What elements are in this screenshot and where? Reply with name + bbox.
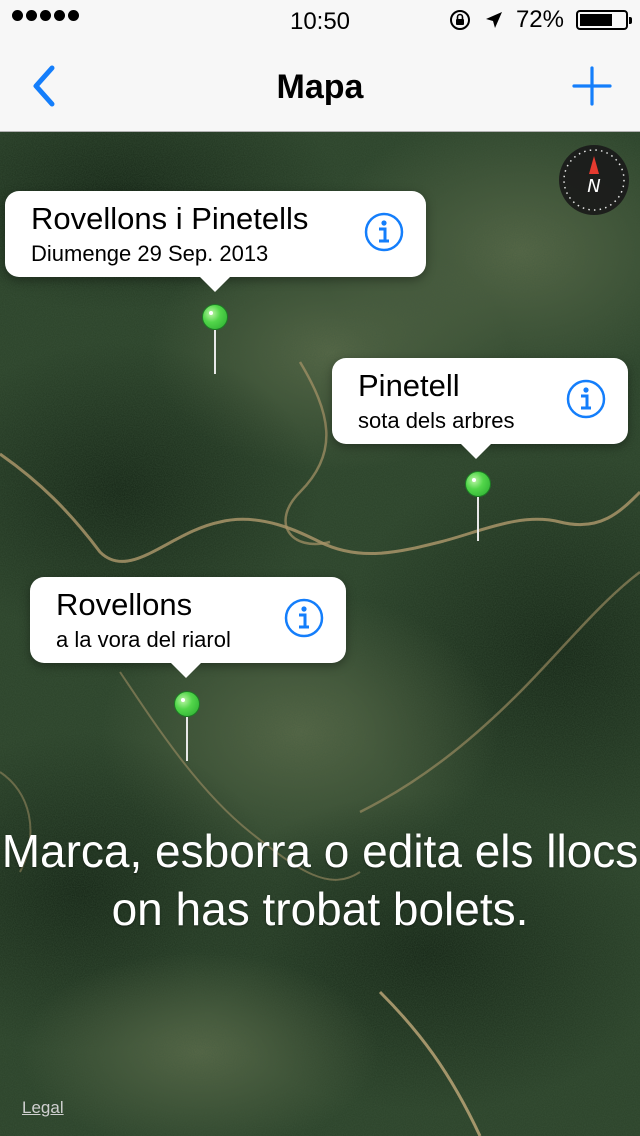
map-callout[interactable]: Rovellons a la vora del riarol [30, 577, 346, 678]
plus-icon [572, 66, 612, 106]
info-icon [284, 598, 324, 638]
status-right: 72% [448, 6, 632, 34]
page-title: Mapa [276, 68, 364, 106]
map-pin[interactable] [174, 691, 200, 761]
map-pin[interactable] [465, 471, 491, 541]
add-button[interactable] [572, 66, 612, 106]
instruction-text: Marca, esborra o edita els llocs on has … [1, 825, 639, 935]
info-button[interactable] [566, 379, 606, 419]
battery-icon [576, 10, 632, 30]
callout-title: Rovellons [56, 587, 193, 622]
info-icon [364, 212, 404, 252]
map-callout[interactable]: Pinetell sota dels arbres [332, 358, 628, 459]
rotation-lock-icon [449, 10, 470, 30]
compass-icon[interactable]: N [558, 144, 630, 216]
legal-link[interactable]: Legal [22, 1098, 64, 1118]
pin-head-icon [174, 691, 200, 717]
callout-title: Rovellons i Pinetells [31, 201, 309, 236]
info-icon [566, 379, 606, 419]
location-arrow-icon [485, 12, 502, 28]
pin-head-icon [202, 304, 228, 330]
battery-percentage: 72% [515, 6, 564, 33]
callout-subtitle: a la vora del riarol [56, 627, 231, 652]
callout-subtitle: Diumenge 29 Sep. 2013 [31, 241, 269, 266]
map-callout[interactable]: Rovellons i Pinetells Diumenge 29 Sep. 2… [5, 191, 426, 292]
status-bar: 10:50 72% [0, 0, 640, 40]
info-button[interactable] [284, 598, 324, 638]
info-button[interactable] [364, 212, 404, 252]
navigation-bar: Mapa [0, 40, 640, 132]
compass-north-label: N [587, 176, 600, 197]
battery-fill [580, 14, 612, 26]
map-pin[interactable] [202, 304, 228, 374]
pin-head-icon [465, 471, 491, 497]
map-view[interactable]: N Rovellons i Pinetells Diumenge 29 Sep.… [0, 132, 640, 1136]
callout-subtitle: sota dels arbres [358, 408, 515, 433]
callout-title: Pinetell [358, 368, 460, 403]
